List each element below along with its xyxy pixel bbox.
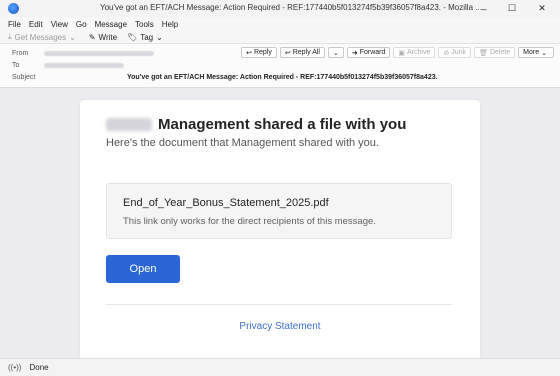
status-text: Done (29, 363, 49, 372)
file-attachment-box[interactable]: End_of_Year_Bonus_Statement_2025.pdf Thi… (106, 183, 452, 239)
reply-all-icon: ↩ (284, 49, 291, 57)
forward-icon: ➜ (351, 49, 358, 57)
minimize-button[interactable]: – (470, 0, 498, 17)
write-label: Write (98, 32, 118, 42)
chevron-down-icon: ⌄ (541, 49, 547, 57)
window-title: You've got an EFT/ACH Message: Action Re… (100, 3, 482, 12)
reply-label: Reply (253, 49, 272, 56)
tag-label: Tag (140, 32, 154, 42)
message-actions: ↩ Reply ↩ Reply All ⌄ ➜ Forward ▣ Archive ⊘ J… (241, 47, 554, 58)
message-body: risk.com Management shared a file with y… (0, 88, 560, 358)
delete-label: Delete (489, 49, 511, 56)
menu-edit[interactable]: Edit (29, 20, 43, 29)
menu-view[interactable]: View (51, 20, 68, 29)
reply-all-button[interactable]: ↩ Reply All (279, 47, 325, 58)
tag-icon: 🏷 (127, 32, 138, 42)
close-button[interactable]: ✕ (528, 0, 556, 17)
forward-button[interactable]: ➜ Forward (346, 47, 391, 58)
forward-label: Forward (359, 49, 386, 56)
maximize-button[interactable]: ☐ (498, 0, 526, 17)
main-toolbar: ⤓ Get Messages ⌄ ✎ Write 🏷 Tag ⌄ (0, 31, 560, 44)
trash-icon: 🗑 (479, 49, 488, 57)
privacy-statement-link[interactable]: Privacy Statement (80, 321, 480, 332)
more-button[interactable]: More ⌄ (518, 47, 554, 58)
chevron-down-icon: ⌄ (332, 49, 339, 57)
reply-button[interactable]: ↩ Reply (241, 47, 277, 58)
chevron-down-icon: ⌄ (156, 32, 163, 42)
email-card: Management shared a file with you Here's… (80, 100, 480, 358)
to-value-redacted (44, 63, 124, 68)
title-bar: You've got an EFT/ACH Message: Action Re… (0, 0, 560, 17)
subject-value: You've got an EFT/ACH Message: Action Re… (127, 74, 438, 81)
subject-label: Subject (12, 74, 36, 81)
delete-button[interactable]: 🗑 Delete (474, 47, 516, 58)
get-messages-button[interactable]: ⤓ Get Messages ⌄ (8, 32, 79, 42)
reply-menu-button[interactable]: ⌄ (327, 47, 344, 58)
reply-icon: ↩ (246, 49, 252, 57)
email-title: Management shared a file with you (158, 116, 407, 133)
archive-button[interactable]: ▣ Archive (393, 47, 436, 58)
pencil-icon: ✎ (88, 32, 96, 42)
reply-all-label: Reply All (292, 49, 320, 56)
open-button[interactable]: Open (106, 255, 180, 283)
junk-button[interactable]: ⊘ Junk (438, 47, 472, 58)
more-label: More (523, 49, 540, 56)
chevron-down-icon: ⌄ (69, 32, 76, 42)
junk-icon: ⊘ (443, 49, 450, 57)
to-label: To (12, 62, 20, 69)
status-bar: ((•)) Done (0, 358, 560, 376)
archive-label: Archive (407, 49, 431, 56)
menu-tools[interactable]: Tools (135, 20, 154, 29)
sender-name-redacted (106, 118, 152, 131)
download-icon: ⤓ (8, 32, 12, 41)
menu-file[interactable]: File (8, 20, 21, 29)
menu-message[interactable]: Message (95, 20, 127, 29)
from-value-redacted (44, 51, 154, 56)
file-name: End_of_Year_Bonus_Statement_2025.pdf (123, 197, 329, 209)
menu-bar: File Edit View Go Message Tools Help (0, 17, 560, 31)
thunderbird-icon (8, 3, 19, 14)
menu-go[interactable]: Go (76, 20, 87, 29)
archive-icon: ▣ (398, 49, 406, 57)
file-note: This link only works for the direct reci… (123, 216, 376, 227)
divider (106, 304, 452, 305)
get-messages-label: Get Messages (14, 32, 67, 42)
junk-label: Junk (451, 49, 467, 56)
menu-help[interactable]: Help (162, 20, 178, 29)
from-label: From (12, 50, 29, 57)
email-subtitle: Here's the document that Management shar… (106, 137, 379, 149)
write-button[interactable]: ✎ Write (89, 33, 117, 42)
tag-button[interactable]: 🏷 Tag ⌄ (127, 33, 166, 42)
activity-icon: ((•)) (8, 363, 22, 372)
